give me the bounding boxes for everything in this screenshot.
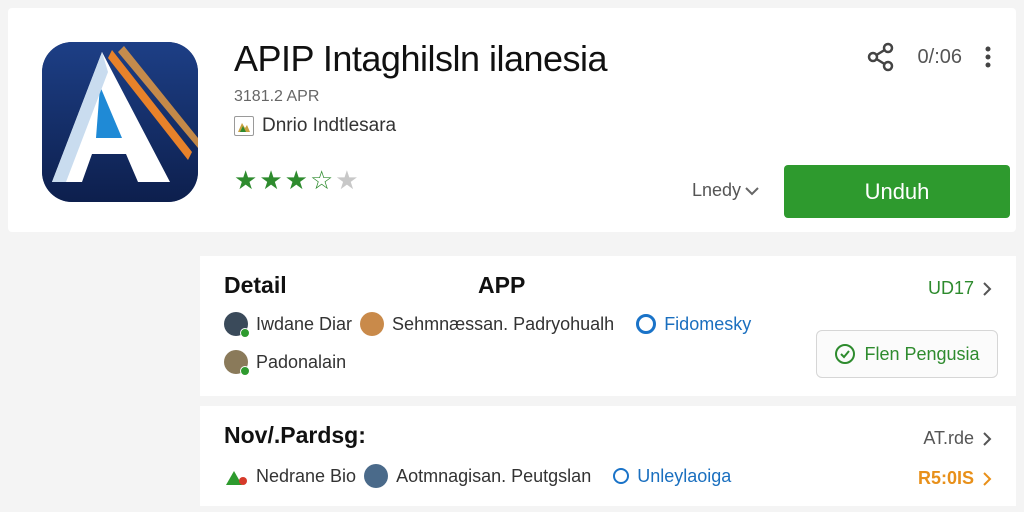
app-title: APIP Intaghilsln ilanesia: [234, 38, 608, 79]
install-button[interactable]: Unduh: [784, 165, 1010, 218]
news-item-name: Nedrane Bio: [256, 465, 357, 486]
action-button[interactable]: Flen Pengusia: [816, 330, 998, 378]
chevron-down-icon: [745, 186, 759, 195]
person-name: Iwdane Diar: [256, 313, 353, 334]
language-select-label: Lnedy: [692, 180, 742, 200]
tag-link[interactable]: Fidomesky: [664, 314, 751, 335]
news-row-1: Nedrane Bio Aotmnagisan. Peutgslan Unley…: [224, 464, 731, 488]
app-logo-icon: [42, 42, 198, 202]
tag-link[interactable]: Unleylaoiga: [637, 466, 731, 487]
developer-row[interactable]: Dnrio Indtlesara: [234, 114, 396, 138]
person-name: Padonalain: [256, 351, 347, 372]
language-select[interactable]: Lnedy: [692, 180, 759, 201]
details-row-2: Padonalain: [224, 350, 347, 376]
developer-icon: [234, 116, 254, 136]
app-header-card: APIP Intaghilsln ilanesia 3181.2 APR Dnr…: [8, 8, 1016, 232]
chevron-right-icon: [983, 471, 992, 486]
star-empty-icon: ★: [335, 165, 359, 195]
news-item-name: Aotmnagisan. Peutgslan: [396, 465, 592, 486]
download-count: 0/:06: [917, 45, 962, 68]
rating-stars: ★ ★ ★ ☆ ★: [234, 166, 359, 194]
app-version: 3181.2 APR: [234, 88, 320, 105]
avatar: [224, 350, 250, 376]
details-app-label: APP: [478, 272, 526, 298]
news-link[interactable]: AT.rde: [923, 428, 992, 449]
news-link-label: AT.rde: [923, 428, 974, 448]
person-name: Sehmnæssan. Padryohualh: [392, 313, 615, 334]
details-title: Detail: [224, 272, 287, 298]
news-title: Nov/.Pardsg:: [224, 422, 366, 448]
check-circle-icon: [835, 344, 856, 364]
details-link-label: UD17: [927, 278, 974, 298]
chevron-right-icon: [983, 431, 992, 446]
chevron-right-icon: [983, 281, 992, 296]
more-vert-icon[interactable]: [984, 45, 992, 69]
details-row-1: Iwdane Diar Sehmnæssan. Padryohualh Fido…: [224, 312, 751, 338]
share-icon[interactable]: [866, 42, 896, 72]
news-section: Nov/.Pardsg: AT.rde Nedrane Bio Aotmnagi…: [200, 406, 1016, 506]
circle-icon: [636, 314, 657, 334]
news-item-icon: [224, 465, 248, 487]
star-half-icon: ☆: [309, 165, 334, 195]
star-full-icon: ★: [234, 165, 258, 195]
details-section: Detail APP UD17 Iwdane Diar Sehmnæssan. …: [200, 256, 1016, 396]
details-link[interactable]: UD17: [928, 278, 992, 299]
developer-name: Dnrio Indtlesara: [262, 115, 397, 136]
star-full-icon: ★: [284, 165, 308, 195]
news-link-2-label: R5:0IS: [917, 468, 974, 488]
action-button-label: Flen Pengusia: [864, 343, 980, 364]
news-link-2[interactable]: R5:0IS: [918, 468, 992, 489]
top-actions: 0/:06: [866, 42, 992, 72]
star-full-icon: ★: [259, 165, 283, 195]
avatar: [364, 464, 389, 488]
avatar: [360, 312, 385, 336]
circle-icon: [613, 468, 630, 484]
avatar: [224, 312, 250, 338]
